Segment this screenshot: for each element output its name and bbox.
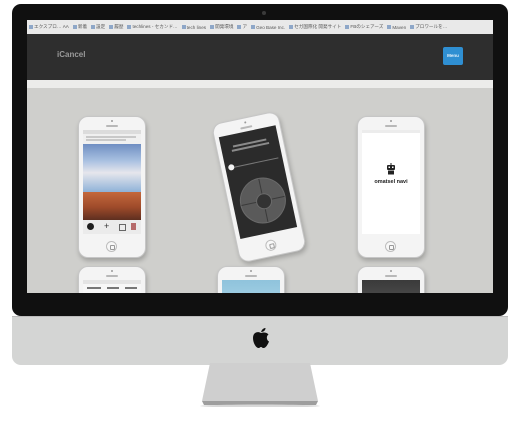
bookmark-item[interactable]: techlines - セカンド…	[127, 24, 178, 30]
phone-mockup-photo-app[interactable]: +	[78, 116, 146, 258]
home-button	[106, 241, 117, 252]
apple-logo-icon	[253, 328, 269, 348]
app-name: omatsel navi	[374, 179, 408, 185]
bookmark-label: techlines - セカンド…	[132, 24, 178, 29]
photo-canyon	[83, 192, 141, 220]
webcam	[262, 11, 266, 15]
bookmark-favicon-icon	[127, 25, 132, 29]
bookmark-label: tech lines	[186, 24, 207, 30]
bookmark-item[interactable]: 設定	[91, 24, 105, 30]
bookmark-item[interactable]: 新着	[72, 24, 88, 30]
phone-camera	[390, 120, 392, 122]
home-button	[264, 238, 278, 252]
bookmark-favicon-icon	[181, 25, 186, 29]
phone-speaker	[245, 275, 257, 277]
bookmarks-bar: エクスプロ… AA 新着 設定 履歴 techlines - セカンド… tech lin…	[27, 20, 493, 34]
status-bar	[362, 130, 420, 133]
site-brand[interactable]: iCancel	[57, 50, 85, 59]
bookmark-label: 履歴	[114, 24, 124, 29]
bookmark-favicon-icon	[29, 25, 33, 29]
phone-mockup-row2-c[interactable]	[357, 266, 425, 293]
nav-menu-button[interactable]: Menu	[443, 47, 463, 65]
caption-text-lines	[86, 136, 136, 138]
bookmark-item[interactable]: Geo Base Inc.	[251, 25, 285, 30]
camera-icon[interactable]	[87, 223, 94, 230]
phone-camera	[111, 120, 113, 122]
bookmark-item[interactable]: 履歴	[109, 24, 123, 30]
add-icon[interactable]: +	[104, 222, 109, 231]
bookmark-label: 設定	[96, 24, 106, 29]
bookmark-item[interactable]: tech lines	[181, 24, 207, 30]
phone-speaker	[106, 275, 118, 277]
dpad-center[interactable]	[254, 191, 274, 211]
bookmark-favicon-icon	[210, 25, 215, 29]
phone-camera	[244, 121, 247, 124]
status-bar	[83, 130, 141, 134]
bookmark-item[interactable]: 開発環境	[210, 24, 233, 30]
bookmark-favicon-icon	[345, 25, 350, 29]
phone-screen	[218, 125, 298, 240]
bookmark-item[interactable]: Maven	[387, 25, 406, 30]
bookmark-item[interactable]: ア	[237, 24, 247, 30]
bookmark-label: プロワールを…	[415, 24, 448, 29]
bookmark-favicon-icon	[91, 25, 96, 29]
remote-slider-knob[interactable]	[227, 163, 235, 171]
bookmark-favicon-icon	[237, 25, 242, 29]
bookmark-favicon-icon	[410, 25, 415, 29]
navbar-divider	[27, 80, 493, 88]
phone-mockup-navi-app[interactable]: omatsel navi	[357, 116, 425, 258]
phone-mockup-row2-b[interactable]	[217, 266, 285, 293]
robot-logo-icon	[387, 163, 395, 175]
phone-speaker	[385, 275, 397, 277]
dpad-control[interactable]	[235, 173, 291, 228]
status-bar	[83, 280, 141, 284]
caption-text-lines	[86, 139, 126, 141]
phone-camera	[250, 270, 252, 272]
share-icon[interactable]	[119, 224, 126, 231]
phone-screen	[83, 280, 141, 293]
phone-speaker	[240, 125, 253, 130]
bookmark-label: 新着	[77, 24, 88, 29]
bookmark-label: セガ国際化 開発サイト	[294, 24, 342, 29]
phone-speaker	[106, 125, 118, 127]
bookmark-label: エクスプロ… AA	[34, 24, 69, 29]
phone-camera	[111, 270, 113, 272]
phone-speaker	[385, 125, 397, 127]
bookmark-favicon-icon	[251, 25, 256, 29]
bookmark-label: Geo Base Inc.	[256, 24, 286, 30]
phone-showcase: + omatsel navi	[27, 88, 493, 293]
header-text	[87, 287, 101, 289]
bookmark-favicon-icon	[109, 25, 114, 29]
remote-slider-track	[229, 157, 279, 169]
phone-screen: +	[83, 130, 141, 234]
header-text	[107, 287, 119, 289]
phone-camera	[390, 270, 392, 272]
bookmark-label: Maven	[392, 24, 407, 30]
header-text	[125, 287, 137, 289]
app-toolbar: +	[83, 220, 141, 234]
bookmark-label: 開発環境	[215, 24, 234, 29]
photo-sky	[83, 144, 141, 192]
bookmark-favicon-icon	[387, 25, 392, 29]
home-button	[385, 241, 396, 252]
phone-screen: omatsel navi	[362, 130, 420, 234]
trash-icon[interactable]	[131, 223, 136, 230]
bookmark-label: ア	[242, 24, 248, 29]
bookmark-item[interactable]: プロワールを…	[410, 24, 447, 30]
monitor-stand	[200, 363, 320, 407]
bookmark-item[interactable]: エクスプロ… AA	[29, 24, 69, 30]
phone-mockup-remote-app[interactable]	[210, 110, 308, 264]
bookmark-label: FBのシェアーズ	[350, 24, 384, 29]
phone-screen	[222, 280, 280, 293]
bookmark-favicon-icon	[72, 25, 77, 29]
bookmark-item[interactable]: セガ国際化 開発サイト	[289, 24, 341, 30]
bookmark-favicon-icon	[289, 25, 294, 29]
bookmark-item[interactable]: FBのシェアーズ	[345, 24, 383, 30]
phone-screen	[362, 280, 420, 293]
site-navbar: iCancel Menu	[27, 34, 493, 80]
phone-mockup-row2-a[interactable]	[78, 266, 146, 293]
remote-title-text	[231, 141, 270, 152]
monitor-screen: エクスプロ… AA 新着 設定 履歴 techlines - セカンド… tech lin…	[27, 20, 493, 293]
